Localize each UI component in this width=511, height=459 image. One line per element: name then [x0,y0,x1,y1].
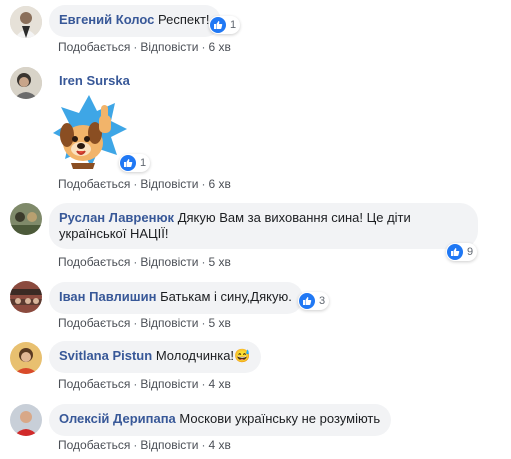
separator: · [201,377,206,391]
like-link[interactable]: Подобається [58,40,130,54]
comment-actions: Подобається · Відповісти · 6 хв [58,40,231,54]
comment-author-bubble: Iren Surska [49,66,141,96]
like-icon [299,293,315,309]
avatar[interactable] [10,342,42,374]
comment-author[interactable]: Руслан Лавренюк [59,210,174,225]
comment-author[interactable]: Іван Павлишин [59,289,156,304]
comment-timestamp[interactable]: 4 хв [208,377,230,391]
separator: · [133,316,138,330]
like-icon [120,155,136,171]
avatar[interactable] [10,404,42,436]
comment-actions: Подобається · Відповісти · 4 хв [58,438,231,452]
like-link[interactable]: Подобається [58,438,130,452]
comment-text: Молодчинка! [155,348,235,363]
comment-text: Батькам і сину,Дякую. [160,289,292,304]
reply-link[interactable]: Відповісти [140,438,198,452]
comment-bubble: Іван Павлишин Батькам і сину,Дякую. [49,282,303,314]
comment-actions: Подобається · Відповісти · 4 хв [58,377,231,391]
comment-actions: Подобається · Відповісти · 5 хв [58,316,231,330]
separator: · [133,255,138,269]
comment-timestamp[interactable]: 6 хв [208,177,230,191]
avatar[interactable] [10,67,42,99]
comment-bubble: Олексій Дерипапа Москови українську не р… [49,404,392,436]
thumbs-up-dog-sticker [49,93,129,173]
comment-author[interactable]: Svitlana Pistun [59,348,152,363]
comment-timestamp[interactable]: 6 хв [208,40,230,54]
reaction-count-badge[interactable]: 1 [209,16,241,34]
emoji-icon: 😅 [234,348,251,363]
comment-text-line-2: української НАЦІЇ! [59,226,169,241]
like-icon [210,17,226,33]
comment-text-line-1: Дякую Вам за виховання сина! Це діти [177,210,411,225]
reply-link[interactable]: Відповісти [140,40,198,54]
like-link[interactable]: Подобається [58,177,130,191]
like-link[interactable]: Подобається [58,255,130,269]
like-link[interactable]: Подобається [58,377,130,391]
separator: · [133,438,138,452]
separator: · [133,177,138,191]
reaction-count: 1 [140,157,147,169]
comment-timestamp[interactable]: 4 хв [208,438,230,452]
reply-link[interactable]: Відповісти [140,377,198,391]
reaction-count: 9 [467,246,474,258]
reply-link[interactable]: Відповісти [140,316,198,330]
separator: · [201,316,206,330]
separator: · [133,377,138,391]
comment-timestamp[interactable]: 5 хв [208,255,230,269]
comment-actions: Подобається · Відповісти · 5 хв [58,255,231,269]
avatar[interactable] [10,6,42,38]
reaction-count: 3 [319,295,326,307]
comment-text: Москови українську не розуміють [179,411,381,426]
reaction-count-badge[interactable]: 1 [119,154,151,172]
avatar[interactable] [10,281,42,313]
reply-link[interactable]: Відповісти [140,177,198,191]
comment-timestamp[interactable]: 5 хв [208,316,230,330]
separator: · [201,255,206,269]
reaction-count-badge[interactable]: 9 [446,243,478,261]
reaction-count: 1 [230,19,237,31]
comment-actions: Подобається · Відповісти · 6 хв [58,177,231,191]
reaction-count-badge[interactable]: 3 [298,292,330,310]
comment-bubble: Svitlana Pistun Молодчинка!😅 [49,341,262,373]
avatar[interactable] [10,203,42,235]
comment-author[interactable]: Евгений Колос [59,12,154,27]
comment-bubble: Руслан Лавренюк Дякую Вам за виховання с… [49,203,478,249]
separator: · [133,40,138,54]
comment-author[interactable]: Олексій Дерипапа [59,411,176,426]
like-icon [447,244,463,260]
reply-link[interactable]: Відповісти [140,255,198,269]
comment-bubble: Евгений Колос Респект! [49,5,221,37]
separator: · [201,40,206,54]
separator: · [201,438,206,452]
separator: · [201,177,206,191]
like-link[interactable]: Подобається [58,316,130,330]
comment-author[interactable]: Iren Surska [59,73,130,88]
comment-text: Респект! [158,12,210,27]
